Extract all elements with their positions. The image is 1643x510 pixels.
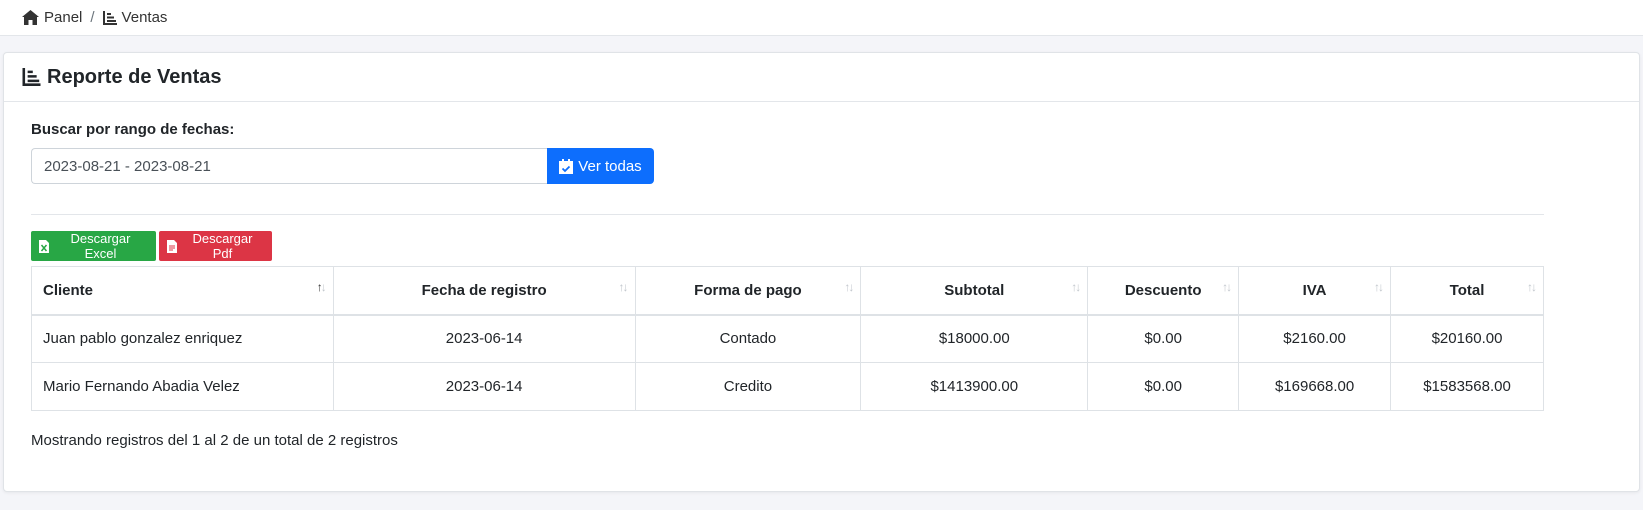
view-all-button[interactable]: Ver todas (547, 148, 654, 184)
cell-cliente: Juan pablo gonzalez enriquez (31, 314, 334, 363)
cell-subtotal: $1413900.00 (860, 362, 1089, 411)
cell-fecha: 2023-06-14 (332, 314, 636, 363)
column-header-fecha[interactable]: Fecha de registro ↑↓ (332, 266, 636, 316)
breadcrumb-home-label: Panel (44, 9, 83, 26)
chart-icon (102, 10, 117, 25)
table-info: Mostrando registros del 1 al 2 de un tot… (31, 432, 398, 449)
home-icon (22, 10, 39, 25)
sort-icon: ↑↓ (1071, 280, 1081, 294)
cell-forma-pago: Credito (634, 362, 862, 411)
table-row: Mario Fernando Abadia Velez 2023-06-14 C… (31, 362, 1544, 411)
cell-forma-pago: Contado (634, 314, 862, 363)
cell-total: $20160.00 (1390, 314, 1544, 363)
cell-subtotal: $18000.00 (860, 314, 1089, 363)
sort-icon: ↑↓ (1527, 280, 1537, 294)
cell-fecha: 2023-06-14 (332, 362, 636, 411)
calendar-check-icon (559, 158, 574, 174)
download-excel-label: Descargar Excel (70, 231, 131, 261)
date-range-input[interactable] (31, 148, 547, 184)
column-header-cliente[interactable]: Cliente ↑↓ (31, 266, 334, 316)
table-row: Juan pablo gonzalez enriquez 2023-06-14 … (31, 314, 1544, 363)
breadcrumb-current-label: Ventas (121, 9, 168, 26)
column-header-subtotal[interactable]: Subtotal ↑↓ (860, 266, 1089, 316)
cell-total: $1583568.00 (1390, 362, 1544, 411)
card-header: Reporte de Ventas (4, 53, 1639, 102)
column-header-total[interactable]: Total ↑↓ (1390, 266, 1544, 316)
date-range-label: Buscar por rango de fechas: (31, 121, 235, 138)
cell-cliente: Mario Fernando Abadia Velez (31, 362, 334, 411)
sales-table: Cliente ↑↓ Fecha de registro ↑↓ Forma de p… (31, 266, 1544, 411)
download-excel-button[interactable]: Descargar Excel (31, 231, 156, 261)
cell-descuento: $0.00 (1087, 314, 1240, 363)
sort-icon: ↑↓ (844, 280, 854, 294)
cell-iva: $2160.00 (1238, 314, 1392, 363)
column-header-label: Descuento (1124, 281, 1202, 299)
cell-iva: $169668.00 (1238, 362, 1392, 411)
column-header-label: Cliente (43, 281, 94, 299)
column-header-iva[interactable]: IVA ↑↓ (1238, 266, 1392, 316)
column-header-label: Fecha de registro (421, 281, 547, 299)
sort-icon: ↑↓ (1374, 280, 1384, 294)
sort-icon: ↑↓ (1222, 280, 1232, 294)
download-pdf-button[interactable]: Descargar Pdf (159, 231, 272, 261)
chart-icon (22, 68, 41, 86)
view-all-label: Ver todas (578, 157, 642, 175)
sort-icon: ↑↓ (316, 280, 327, 294)
column-header-label: Forma de pago (694, 281, 802, 299)
sales-report-card: Reporte de Ventas Buscar por rango de fe… (3, 52, 1640, 492)
breadcrumb-home[interactable]: Panel (22, 9, 82, 26)
column-header-label: Total (1449, 281, 1485, 299)
breadcrumb-separator: / (90, 9, 95, 26)
breadcrumb-current: Ventas (102, 9, 168, 26)
page-title: Reporte de Ventas (47, 65, 222, 88)
download-pdf-label: Descargar Pdf (192, 231, 253, 261)
table-header-row: Cliente ↑↓ Fecha de registro ↑↓ Forma de p… (31, 266, 1544, 316)
column-header-forma-pago[interactable]: Forma de pago ↑↓ (634, 266, 862, 316)
breadcrumb: Panel / Ventas (0, 0, 1643, 36)
divider (31, 214, 1544, 215)
cell-descuento: $0.00 (1087, 362, 1240, 411)
file-excel-icon (39, 239, 49, 253)
column-header-label: Subtotal (944, 281, 1005, 299)
sort-icon: ↑↓ (618, 280, 629, 294)
column-header-label: IVA (1302, 281, 1327, 299)
column-header-descuento[interactable]: Descuento ↑↓ (1087, 266, 1240, 316)
file-pdf-icon (167, 239, 177, 253)
